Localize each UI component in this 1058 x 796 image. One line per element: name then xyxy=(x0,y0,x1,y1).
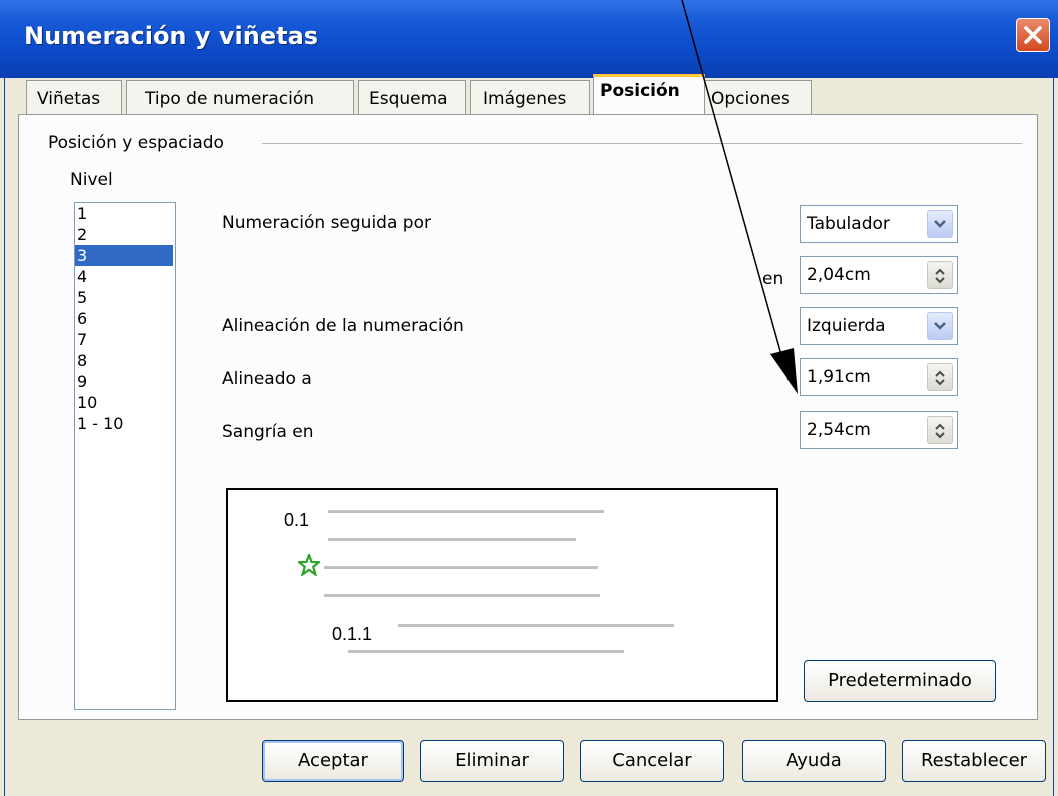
indent-at-spinbox[interactable]: 2,54cm xyxy=(800,411,958,449)
button-label: Ayuda xyxy=(786,750,842,771)
spin-value: 1,91cm xyxy=(807,367,871,387)
tab-imagenes[interactable]: Imágenes xyxy=(470,80,590,114)
numbering-alignment-select[interactable]: Izquierda xyxy=(800,307,958,345)
list-item[interactable]: 1 - 10 xyxy=(75,413,175,434)
spin-arrows-icon xyxy=(935,370,945,386)
tab-opciones[interactable]: Opciones xyxy=(704,80,812,114)
button-label: Eliminar xyxy=(455,750,529,771)
tab-esquema[interactable]: Esquema xyxy=(358,80,466,114)
numbering-followed-by-label: Numeración seguida por xyxy=(222,213,431,233)
list-item[interactable]: 6 xyxy=(75,308,175,329)
tab-vinetas[interactable]: Viñetas xyxy=(26,80,122,114)
dropdown-button[interactable] xyxy=(927,210,953,238)
indent-at-label: Sangría en xyxy=(222,422,314,442)
close-icon xyxy=(1024,26,1042,44)
aligned-at-label: Alineado a xyxy=(222,369,312,389)
list-item[interactable]: 9 xyxy=(75,371,175,392)
button-label: Predeterminado xyxy=(828,670,972,691)
section-legend: Posición y espaciado xyxy=(48,133,230,153)
tab-label: Viñetas xyxy=(37,89,101,109)
list-item[interactable]: 5 xyxy=(75,287,175,308)
at-spinbox[interactable]: 2,04cm xyxy=(800,256,958,294)
default-button[interactable]: Predeterminado xyxy=(804,660,996,702)
close-button[interactable] xyxy=(1016,18,1050,52)
list-item[interactable]: 4 xyxy=(75,266,175,287)
select-value: Tabulador xyxy=(807,214,890,234)
preview-line xyxy=(398,624,674,627)
tab-label: Esquema xyxy=(369,89,448,109)
ok-button[interactable]: Aceptar xyxy=(262,740,404,782)
window-title: Numeración y viñetas xyxy=(24,22,319,50)
spin-buttons[interactable] xyxy=(927,261,953,289)
spin-buttons[interactable] xyxy=(927,416,953,444)
level-list[interactable]: 1 2 3 4 5 6 7 8 9 10 1 - 10 xyxy=(74,202,176,710)
tab-label: Imágenes xyxy=(483,89,567,109)
numbering-alignment-label: Alineación de la numeración xyxy=(222,316,464,336)
chevron-down-icon xyxy=(934,322,946,330)
list-item[interactable]: 7 xyxy=(75,329,175,350)
spin-value: 2,04cm xyxy=(807,265,871,285)
level-label: Nivel xyxy=(70,170,113,190)
tab-tipo-numeracion[interactable]: Tipo de numeración xyxy=(126,80,354,114)
title-bar: Numeración y viñetas xyxy=(0,0,1058,78)
preview-item-3: 0.1.1 xyxy=(332,624,373,644)
list-item[interactable]: 8 xyxy=(75,350,175,371)
button-label: Cancelar xyxy=(612,750,692,771)
delete-button[interactable]: Eliminar xyxy=(420,740,564,782)
spin-arrows-icon xyxy=(935,423,945,439)
spin-arrows-icon xyxy=(935,268,945,284)
preview-line xyxy=(328,510,604,513)
tab-posicion[interactable]: Posición xyxy=(593,74,705,114)
dropdown-button[interactable] xyxy=(927,312,953,340)
help-button[interactable]: Ayuda xyxy=(742,740,886,782)
spin-buttons[interactable] xyxy=(927,363,953,391)
numbering-followed-by-select[interactable]: Tabulador xyxy=(800,205,958,243)
at-label: en xyxy=(762,269,784,289)
preview-line xyxy=(324,594,600,597)
aligned-at-spinbox[interactable]: 1,91cm xyxy=(800,358,958,396)
select-value: Izquierda xyxy=(807,316,886,336)
tab-label: Tipo de numeración xyxy=(145,89,315,109)
button-label: Aceptar xyxy=(298,750,368,771)
preview-line xyxy=(348,650,624,653)
tab-label: Posición xyxy=(600,81,680,101)
chevron-down-icon xyxy=(934,220,946,228)
list-item[interactable]: 2 xyxy=(75,224,175,245)
star-bullet-icon xyxy=(298,554,320,576)
preview-line xyxy=(328,538,576,541)
preview-line xyxy=(324,566,598,569)
list-item[interactable]: 1 xyxy=(75,203,175,224)
list-item[interactable]: 10 xyxy=(75,392,175,413)
spin-value: 2,54cm xyxy=(807,420,871,440)
section-divider xyxy=(262,143,1022,144)
cancel-button[interactable]: Cancelar xyxy=(580,740,724,782)
reset-button[interactable]: Restablecer xyxy=(902,740,1046,782)
button-label: Restablecer xyxy=(920,750,1028,771)
list-item-selected[interactable]: 3 xyxy=(75,245,173,266)
numbering-preview: 0.1 0.1.1 xyxy=(226,488,778,702)
tab-label: Opciones xyxy=(711,89,790,109)
preview-item-1: 0.1 xyxy=(284,510,310,530)
